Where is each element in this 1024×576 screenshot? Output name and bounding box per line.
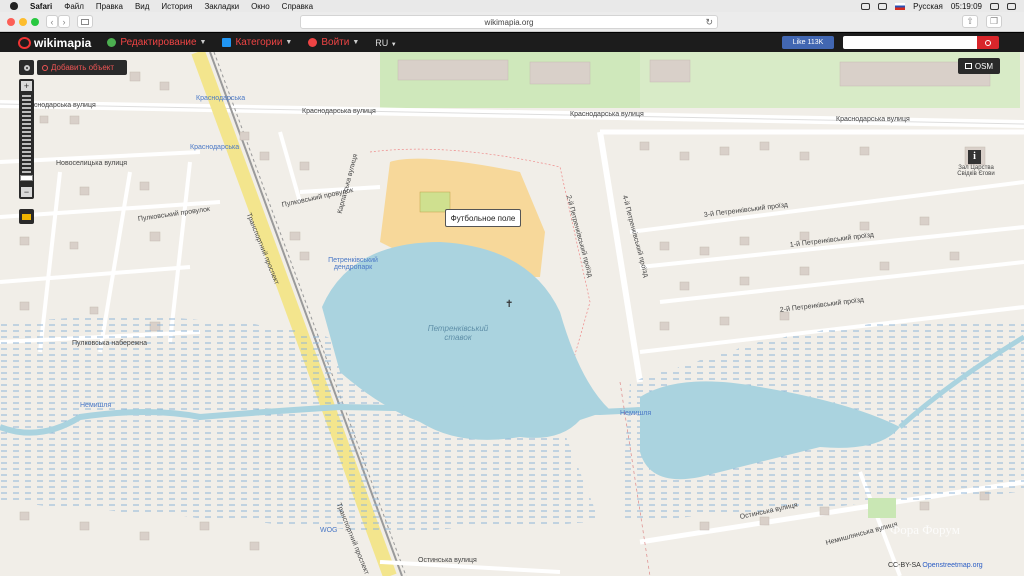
- attribution-link[interactable]: Openstreetmap.org: [922, 562, 982, 569]
- logo-text: wikimapia: [34, 35, 92, 50]
- osm-layer-button[interactable]: OSM: [958, 58, 1000, 74]
- search-icon[interactable]: [990, 2, 999, 10]
- menu-list-icon[interactable]: [1007, 2, 1016, 10]
- gear-icon: [23, 64, 30, 71]
- menu-history[interactable]: История: [161, 2, 192, 11]
- wikimapia-logo[interactable]: wikimapia: [18, 36, 91, 50]
- battery-icon[interactable]: [861, 2, 871, 10]
- lake-label: Петренківський ставок: [427, 324, 489, 342]
- chevron-down-icon: ▼: [390, 41, 397, 48]
- park-label: Петренківський дендропарк: [328, 257, 378, 271]
- playground: [868, 498, 896, 518]
- language-select[interactable]: RU ▼: [375, 38, 396, 48]
- add-object-label: Добавить объект: [51, 63, 115, 72]
- status-area: Русская 05:19:09: [861, 0, 1016, 12]
- wifi-icon[interactable]: [878, 2, 888, 10]
- menu-categories[interactable]: Категории ▼: [222, 37, 292, 48]
- minimize-window-button[interactable]: [19, 18, 27, 26]
- map-attribution: CC-BY-SA Openstreetmap.org: [888, 562, 983, 569]
- sidebar-icon: [81, 18, 89, 25]
- maximize-window-button[interactable]: [31, 18, 39, 26]
- wikimapia-logo-icon: [18, 36, 31, 49]
- menu-safari[interactable]: Safari: [30, 2, 52, 11]
- poi-label: Зал Царства Свідків Єгови: [957, 165, 995, 177]
- menu-window[interactable]: Окно: [251, 2, 270, 11]
- street-label: Остинська вулиця: [418, 557, 477, 564]
- map-graphics: [0, 52, 1024, 576]
- osm-label: OSM: [974, 61, 994, 71]
- like-label: Like 113K: [792, 39, 824, 46]
- address-bar[interactable]: wikimapia.org ↻: [300, 15, 718, 29]
- search-input[interactable]: [843, 36, 977, 49]
- layers-icon: [964, 63, 972, 69]
- object-tooltip: Футбольное поле: [445, 209, 521, 227]
- chevron-down-icon: ▼: [199, 39, 207, 46]
- crosshair-icon: ✝: [505, 299, 514, 310]
- info-icon[interactable]: i: [968, 150, 981, 164]
- clock[interactable]: 05:19:09: [951, 2, 982, 11]
- tooltip-text: Футбольное поле: [450, 213, 516, 223]
- street-label: Краснодарська вулиця: [836, 116, 910, 123]
- language-label: RU: [375, 37, 389, 48]
- forward-button[interactable]: ›: [58, 15, 70, 28]
- zoom-control: + −: [19, 79, 34, 199]
- plus-icon: [42, 64, 48, 71]
- menu-bookmarks[interactable]: Закладки: [204, 2, 239, 11]
- reload-icon[interactable]: ↻: [705, 16, 713, 29]
- street-label: Краснодарська вулиця: [302, 108, 376, 115]
- apple-icon[interactable]: [10, 2, 18, 10]
- watermark: Фора Форум: [890, 522, 960, 537]
- street-label: Краснодарська вулиця: [570, 111, 644, 118]
- attribution-license: CC-BY-SA: [888, 562, 921, 569]
- map-settings-button[interactable]: [19, 60, 34, 75]
- input-language[interactable]: Русская: [913, 2, 943, 11]
- river-label: Немишля: [80, 402, 112, 409]
- search-icon: [985, 39, 991, 46]
- stop-label: Краснодарська: [196, 95, 246, 102]
- menu-help[interactable]: Справка: [282, 2, 313, 11]
- stop-label: Краснодарська: [190, 144, 240, 151]
- menu-editing[interactable]: Редактирование ▼: [107, 37, 206, 48]
- menu-view[interactable]: Вид: [135, 2, 149, 11]
- menu-categories-label: Категории: [235, 37, 283, 48]
- zoom-slider-handle[interactable]: [20, 175, 33, 181]
- folder-button[interactable]: [19, 209, 34, 224]
- map-canvas[interactable]: Краснодарська вулиця Краснодарська вулиц…: [0, 52, 1024, 576]
- close-window-button[interactable]: [7, 18, 15, 26]
- os-menu-bar: Safari Файл Правка Вид История Закладки …: [0, 0, 1024, 12]
- globe-icon: [107, 38, 117, 47]
- search-button[interactable]: [977, 36, 999, 49]
- menu-login[interactable]: Войти ▼: [308, 37, 359, 48]
- chevron-down-icon: ▼: [352, 39, 360, 46]
- menu-edit[interactable]: Правка: [96, 2, 123, 11]
- poi-label: WOG: [320, 527, 338, 534]
- add-object-button[interactable]: Добавить объект: [37, 60, 127, 75]
- browser-toolbar: ‹ › wikimapia.org ↻ ⇧ ❐: [0, 12, 1024, 32]
- sidebar-button[interactable]: [77, 15, 93, 28]
- facebook-like-button[interactable]: Like 113K: [782, 36, 834, 49]
- back-button[interactable]: ‹: [46, 15, 58, 28]
- tabs-overview-button[interactable]: ❐: [986, 15, 1002, 28]
- street-label: Новоселицька вулиця: [56, 160, 128, 167]
- flag-icon[interactable]: [895, 2, 906, 10]
- categories-icon: [222, 38, 232, 47]
- zoom-in-button[interactable]: +: [21, 81, 32, 91]
- menu-login-label: Войти: [321, 37, 350, 48]
- zoom-slider[interactable]: [22, 95, 31, 183]
- menu-editing-label: Редактирование: [120, 37, 197, 48]
- menu-file[interactable]: Файл: [64, 2, 84, 11]
- url-text: wikimapia.org: [484, 18, 534, 27]
- zoom-out-button[interactable]: −: [21, 187, 32, 197]
- site-header: wikimapia Редактирование ▼ Категории ▼ В…: [0, 33, 1024, 52]
- folder-icon: [22, 213, 31, 220]
- share-button[interactable]: ⇧: [962, 15, 978, 28]
- river-label: Немишля: [620, 410, 652, 417]
- chevron-down-icon: ▼: [285, 39, 293, 46]
- login-icon: [308, 38, 318, 47]
- street-label: Пулковська набережна: [72, 340, 148, 347]
